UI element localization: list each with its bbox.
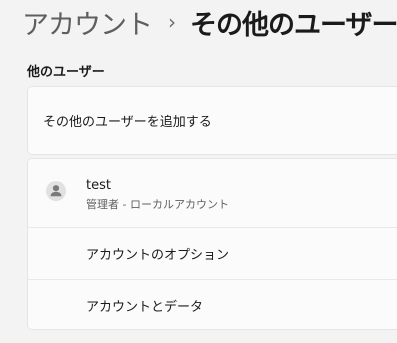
account-options-label: アカウントのオプション	[86, 247, 230, 263]
user-account-type: 管理者 - ローカルアカウント	[86, 198, 229, 211]
account-data-row[interactable]: アカウントとデータ	[28, 279, 397, 329]
user-row-test[interactable]: test 管理者 - ローカルアカウント	[28, 159, 397, 227]
add-other-user-button[interactable]: その他のユーザーを追加する	[27, 86, 397, 155]
breadcrumb: アカウント › その他のユーザー	[22, 3, 397, 42]
person-icon	[46, 181, 66, 201]
user-name: test	[86, 178, 111, 193]
user-card: test 管理者 - ローカルアカウント アカウントのオプション アカウントとデ…	[27, 158, 397, 330]
account-data-label: アカウントとデータ	[86, 299, 204, 315]
page-title: その他のユーザー	[190, 9, 397, 41]
account-options-row[interactable]: アカウントのオプション	[28, 227, 397, 278]
section-title-other-users: 他のユーザー	[27, 65, 105, 80]
chevron-right-icon: ›	[168, 10, 176, 34]
breadcrumb-parent-link[interactable]: アカウント	[22, 3, 153, 42]
add-other-user-label: その他のユーザーを追加する	[43, 115, 212, 130]
